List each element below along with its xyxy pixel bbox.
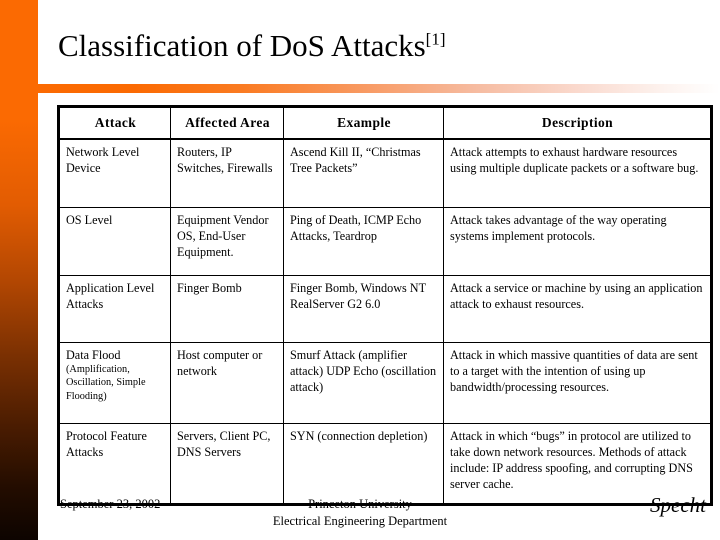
cell-attack: Network Level Device	[58, 138, 171, 208]
cell-description: Attack in which massive quantities of da…	[443, 342, 712, 424]
cell-attack: OS Level	[58, 207, 171, 276]
cell-description: Attack a service or machine by using an …	[443, 275, 712, 343]
cell-attack-name: Application Level Attacks	[66, 281, 155, 312]
slide-canvas: Classification of DoS Attacks[1] Attack …	[0, 0, 720, 540]
dos-attack-classification-table: Attack Affected Area Example Description…	[57, 105, 713, 506]
table-header-row: Attack Affected Area Example Description	[58, 106, 712, 140]
cell-attack-name: Network Level Device	[66, 145, 140, 176]
title-divider	[38, 84, 720, 93]
table-row: Application Level Attacks Finger Bomb Fi…	[58, 275, 712, 343]
cell-attack-subtext: (Amplification, Oscillation, Simple Floo…	[66, 364, 146, 402]
table-row: Data Flood (Amplification, Oscillation, S…	[58, 342, 712, 424]
table-row: Network Level Device Routers, IP Switche…	[58, 138, 712, 208]
page-title: Classification of DoS Attacks[1]	[58, 28, 446, 63]
footer-org-line-2: Electrical Engineering Department	[272, 513, 448, 528]
cell-attack: Application Level Attacks	[58, 275, 171, 343]
column-header-description: Description	[443, 106, 712, 140]
cell-example: SYN (connection depletion)	[283, 423, 444, 505]
cell-example: Ascend Kill II, “Christmas Tree Packets”	[283, 138, 444, 208]
cell-example: Smurf Attack (amplifier attack) UDP Echo…	[283, 342, 444, 424]
cell-affected-area: Routers, IP Switches, Firewalls	[170, 138, 284, 208]
column-header-example: Example	[283, 106, 444, 140]
cell-affected-area: Finger Bomb	[170, 275, 284, 343]
table-row: OS Level Equipment Vendor OS, End-User E…	[58, 207, 712, 276]
table-row: Protocol Feature Attacks Servers, Client…	[58, 423, 712, 505]
cell-description: Attack takes advantage of the way operat…	[443, 207, 712, 276]
column-header-attack: Attack	[58, 106, 171, 140]
left-accent-bar	[0, 0, 38, 540]
cell-description: Attack attempts to exhaust hardware reso…	[443, 138, 712, 208]
cell-attack: Data Flood (Amplification, Oscillation, S…	[58, 342, 171, 424]
cell-example: Ping of Death, ICMP Echo Attacks, Teardr…	[283, 207, 444, 276]
cell-affected-area: Host computer or network	[170, 342, 284, 424]
page-title-text: Classification of DoS Attacks	[58, 28, 426, 63]
cell-attack-name: Protocol Feature Attacks	[66, 429, 147, 460]
cell-attack: Protocol Feature Attacks	[58, 423, 171, 505]
footer-author: Specht	[650, 493, 706, 517]
cell-example: Finger Bomb, Windows NT RealServer G2 6.…	[283, 275, 444, 343]
cell-attack-name: OS Level	[66, 213, 113, 227]
footer-organization: Princeton University Electrical Engineer…	[0, 496, 720, 530]
cell-attack-name: Data Flood	[66, 348, 121, 362]
column-header-affected-area: Affected Area	[170, 106, 284, 140]
cell-affected-area: Equipment Vendor OS, End-User Equipment.	[170, 207, 284, 276]
page-title-superscript: [1]	[425, 29, 446, 49]
footer-org-line-1: Princeton University	[308, 497, 412, 511]
cell-affected-area: Servers, Client PC, DNS Servers	[170, 423, 284, 505]
